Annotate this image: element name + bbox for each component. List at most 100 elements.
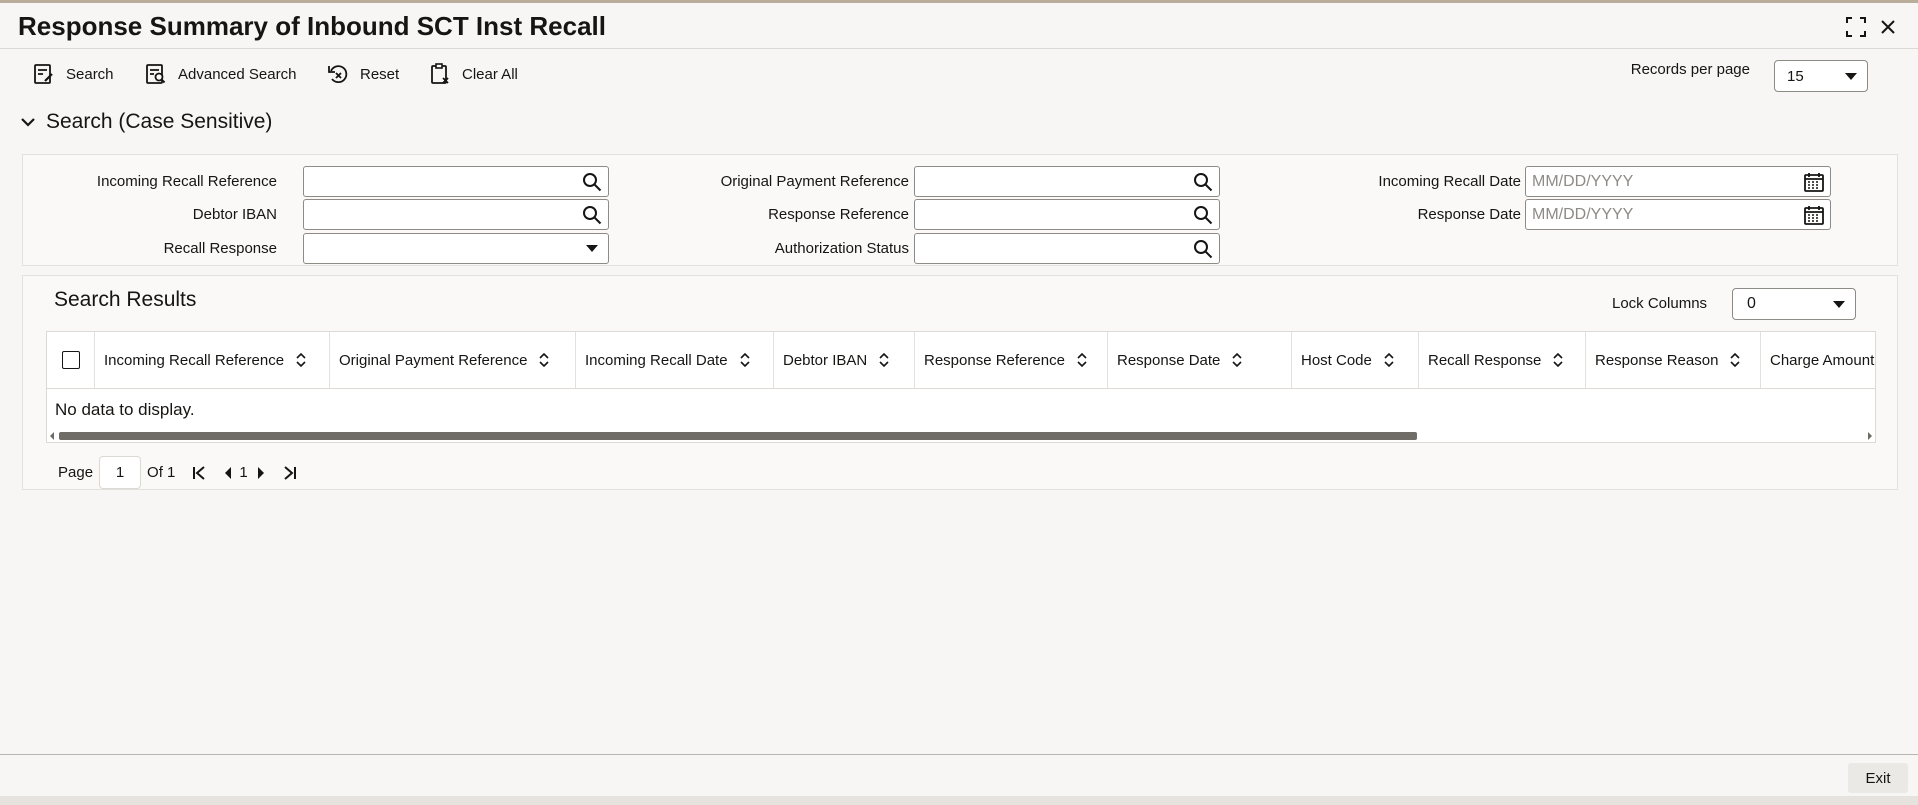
- response-date-label: Response Date: [1417, 206, 1521, 223]
- search-icon[interactable]: [1192, 171, 1214, 193]
- search-button[interactable]: Search: [32, 58, 114, 90]
- scrollbar-thumb[interactable]: [59, 432, 1417, 440]
- lock-columns-select[interactable]: 0: [1732, 288, 1856, 320]
- search-section-heading: Search (Case Sensitive): [46, 110, 273, 133]
- original-payment-reference-label: Original Payment Reference: [720, 173, 909, 190]
- column-header-label: Incoming Recall Date: [585, 351, 728, 369]
- search-icon[interactable]: [581, 204, 603, 226]
- advanced-search-label: Advanced Search: [178, 65, 297, 83]
- page-label: Page: [58, 464, 94, 481]
- incoming-recall-reference-label: Incoming Recall Reference: [96, 173, 277, 190]
- column-header-label: Original Payment Reference: [339, 351, 528, 369]
- recall-response-select[interactable]: [303, 233, 609, 264]
- advanced-search-button[interactable]: Advanced Search: [144, 58, 296, 90]
- page-of-label: Of 1: [147, 464, 176, 481]
- original-payment-reference-input[interactable]: [914, 166, 1220, 197]
- column-header-charge-amount[interactable]: Charge Amount: [1761, 332, 1875, 388]
- exit-button[interactable]: Exit: [1848, 763, 1908, 793]
- search-button-label: Search: [66, 65, 114, 83]
- clear-all-button[interactable]: Clear All: [428, 58, 518, 90]
- pagination: Page 1 Of 1 1: [58, 456, 298, 489]
- bottom-strip: [0, 796, 1918, 805]
- incoming-recall-reference-input[interactable]: [303, 166, 609, 197]
- horizontal-scrollbar[interactable]: [47, 430, 1875, 442]
- clear-all-label: Clear All: [462, 65, 518, 83]
- search-section-toggle[interactable]: Search (Case Sensitive): [20, 110, 272, 134]
- column-header-original-payment-reference[interactable]: Original Payment Reference: [330, 332, 576, 388]
- chevron-down-icon: [1833, 301, 1845, 308]
- table-header-row: Incoming Recall Reference Original Payme…: [47, 332, 1875, 389]
- next-page-icon[interactable]: [256, 466, 266, 480]
- results-table: Incoming Recall Reference Original Payme…: [46, 331, 1876, 443]
- lock-columns-label: Lock Columns: [1612, 295, 1708, 312]
- reset-icon: [328, 65, 348, 84]
- records-per-page-select[interactable]: 15: [1774, 60, 1868, 92]
- reset-button[interactable]: Reset: [326, 58, 399, 90]
- column-header-response-date[interactable]: Response Date: [1108, 332, 1292, 388]
- search-icon[interactable]: [581, 171, 603, 193]
- search-icon[interactable]: [1192, 204, 1214, 226]
- search-icon[interactable]: [1192, 238, 1214, 260]
- calendar-icon[interactable]: [1803, 204, 1825, 226]
- current-page-input[interactable]: 1: [99, 456, 142, 489]
- authorization-status-input[interactable]: [914, 233, 1220, 264]
- column-header-debtor-iban[interactable]: Debtor IBAN: [774, 332, 915, 388]
- response-reference-label: Response Reference: [768, 206, 909, 223]
- response-date-placeholder: MM/DD/YYYY: [1532, 205, 1634, 223]
- debtor-iban-input[interactable]: [303, 199, 609, 230]
- authorization-status-label: Authorization Status: [774, 240, 909, 257]
- column-header-recall-response[interactable]: Recall Response: [1419, 332, 1586, 388]
- incoming-recall-date-placeholder: MM/DD/YYYY: [1532, 172, 1634, 190]
- incoming-recall-date-label: Incoming Recall Date: [1378, 173, 1521, 190]
- scroll-left-icon[interactable]: [49, 432, 55, 440]
- sort-icon[interactable]: [879, 353, 889, 367]
- advanced-search-icon: [146, 64, 166, 84]
- scroll-right-icon[interactable]: [1867, 432, 1873, 440]
- column-header-label: Response Reference: [924, 351, 1065, 369]
- last-page-icon[interactable]: [282, 465, 298, 481]
- clipboard-clear-icon: [431, 63, 449, 84]
- column-header-label: Response Date: [1117, 351, 1221, 369]
- sort-icon[interactable]: [296, 353, 306, 367]
- records-per-page-label: Records per page: [1630, 61, 1750, 78]
- column-header-label: Host Code: [1301, 351, 1372, 369]
- page-title: Response Summary of Inbound SCT Inst Rec…: [18, 11, 606, 41]
- lock-columns-value: 0: [1747, 295, 1756, 312]
- footer-bar: Exit: [0, 754, 1918, 795]
- title-bar: Response Summary of Inbound SCT Inst Rec…: [0, 3, 1918, 49]
- previous-page-icon[interactable]: [223, 466, 233, 480]
- select-all-checkbox[interactable]: [61, 351, 80, 369]
- incoming-recall-date-input[interactable]: MM/DD/YYYY: [1525, 166, 1831, 197]
- sort-icon[interactable]: [1730, 353, 1740, 367]
- column-header-host-code[interactable]: Host Code: [1292, 332, 1419, 388]
- chevron-down-icon: [586, 245, 598, 252]
- maximize-icon[interactable]: [1842, 13, 1870, 41]
- calendar-icon[interactable]: [1803, 171, 1825, 193]
- column-header-label: Response Reason: [1595, 351, 1719, 369]
- chevron-down-icon: [21, 118, 35, 127]
- column-header-response-reference[interactable]: Response Reference: [915, 332, 1108, 388]
- page-number[interactable]: 1: [239, 464, 247, 481]
- first-page-icon[interactable]: [191, 465, 207, 481]
- debtor-iban-label: Debtor IBAN: [192, 206, 277, 223]
- sort-icon[interactable]: [539, 353, 550, 367]
- sort-icon[interactable]: [740, 353, 750, 367]
- search-criteria-panel: Incoming Recall Reference Debtor IBAN Re…: [22, 154, 1898, 266]
- sort-icon[interactable]: [1077, 353, 1087, 367]
- records-per-page-value: 15: [1787, 67, 1804, 85]
- select-all-cell: [47, 332, 95, 388]
- sort-icon[interactable]: [1553, 353, 1563, 367]
- sort-icon[interactable]: [1384, 353, 1394, 367]
- recall-response-label: Recall Response: [163, 240, 277, 257]
- search-results-heading: Search Results: [54, 288, 197, 311]
- response-date-input[interactable]: MM/DD/YYYY: [1525, 199, 1831, 230]
- column-header-incoming-recall-date[interactable]: Incoming Recall Date: [576, 332, 774, 388]
- sort-icon[interactable]: [1232, 353, 1242, 367]
- column-header-label: Incoming Recall Reference: [104, 351, 285, 369]
- column-header-response-reason[interactable]: Response Reason: [1586, 332, 1761, 388]
- reset-label: Reset: [360, 65, 400, 83]
- column-header-incoming-recall-reference[interactable]: Incoming Recall Reference: [95, 332, 330, 388]
- response-reference-input[interactable]: [914, 199, 1220, 230]
- close-icon[interactable]: [1874, 13, 1902, 41]
- empty-table-message: No data to display.: [55, 400, 195, 419]
